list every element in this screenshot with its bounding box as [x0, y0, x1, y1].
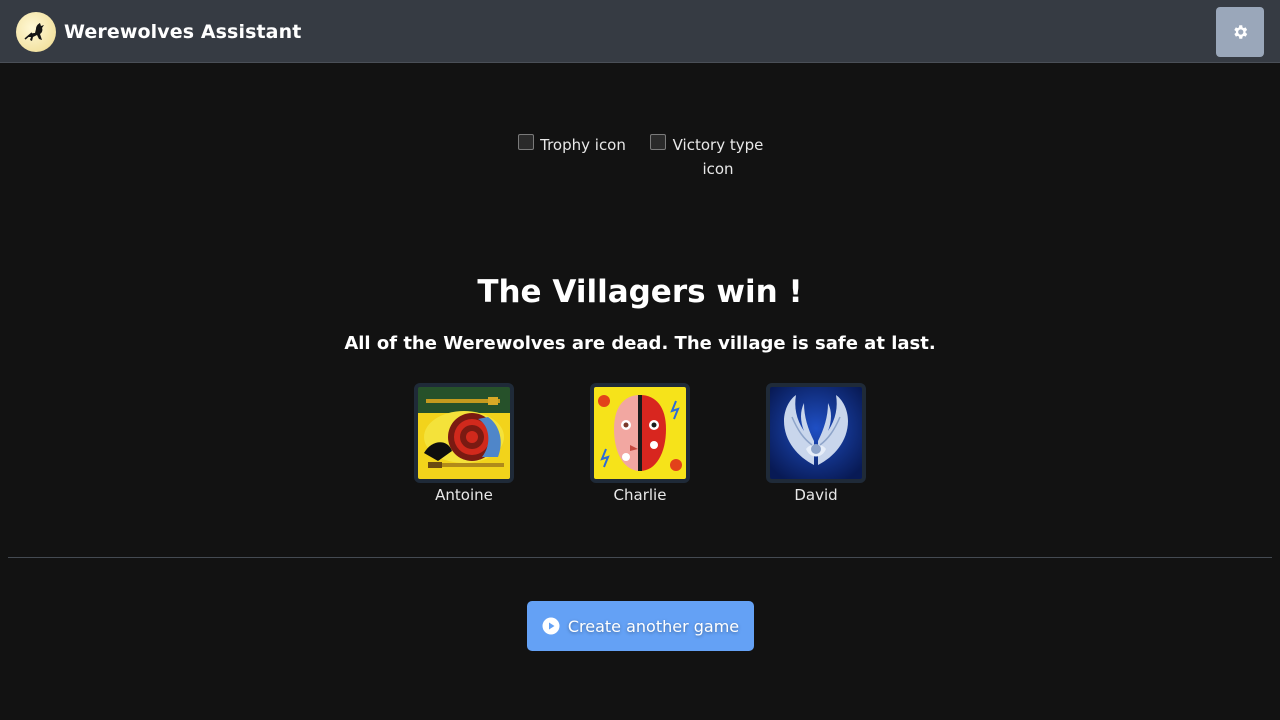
angel-wings-role-icon — [766, 383, 866, 483]
victory-icons-row: Trophy icon Victory type icon — [0, 133, 1280, 181]
player-name: Charlie — [613, 486, 667, 504]
player-name: Antoine — [435, 486, 493, 504]
section-divider — [8, 557, 1272, 558]
winner-player-card[interactable]: Charlie — [590, 383, 690, 504]
gear-icon — [1234, 25, 1248, 39]
create-another-game-label: Create another game — [567, 616, 740, 636]
broken-image-icon — [650, 134, 666, 150]
hunter-role-icon — [414, 383, 514, 483]
victory-type-icon: Victory type icon — [648, 133, 766, 181]
settings-button[interactable] — [1216, 7, 1264, 57]
trophy-icon-alt-text: Trophy icon — [540, 136, 626, 154]
broken-image-icon — [518, 134, 535, 150]
app-title: Werewolves Assistant — [64, 21, 302, 43]
winner-player-card[interactable]: David — [766, 383, 866, 504]
two-faced-role-icon — [590, 383, 690, 483]
trophy-icon: Trophy icon — [514, 133, 630, 181]
winner-player-card[interactable]: Antoine — [414, 383, 514, 504]
create-another-game-button[interactable]: Create another game — [527, 601, 754, 651]
player-name: David — [794, 486, 838, 504]
victory-title: The Villagers win ! — [477, 274, 803, 310]
top-navbar: Werewolves Assistant — [0, 0, 1280, 63]
brand[interactable]: Werewolves Assistant — [16, 12, 301, 52]
winners-list: Antoine Charlie David — [0, 383, 1280, 504]
play-circle-icon — [542, 617, 560, 635]
victory-type-icon-alt-text: Victory type icon — [672, 136, 764, 178]
werewolf-moon-logo-icon — [16, 12, 56, 52]
victory-description: All of the Werewolves are dead. The vill… — [344, 333, 936, 354]
